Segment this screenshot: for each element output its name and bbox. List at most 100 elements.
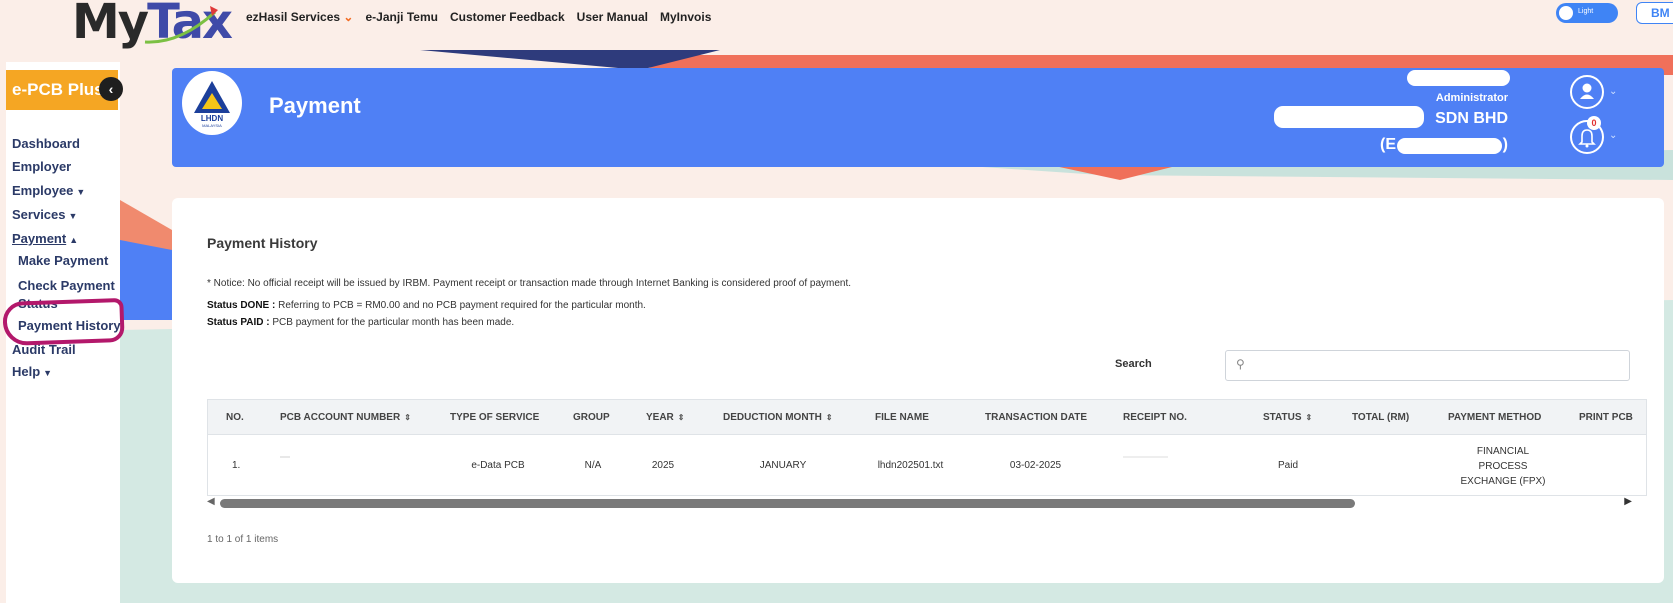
- scroll-left-arrow-icon[interactable]: ◀: [207, 496, 215, 507]
- section-title: Payment History: [207, 235, 318, 251]
- column-header-deduction-month[interactable]: DEDUCTION MONTH ⇕: [723, 412, 833, 423]
- chevron-down-icon[interactable]: ⌄: [1609, 86, 1617, 97]
- caret-down-icon: ▼: [68, 211, 78, 221]
- language-button[interactable]: BM: [1636, 2, 1673, 24]
- toggle-knob: [1559, 6, 1573, 20]
- payment-history-table: NO. PCB ACCOUNT NUMBER ⇕ TYPE OF SERVICE …: [207, 399, 1647, 496]
- user-menu-button[interactable]: [1570, 75, 1604, 109]
- redacted-company-id: [1397, 138, 1502, 154]
- search-label: Search: [1115, 358, 1152, 370]
- logo-subtext: MALAYSIA: [202, 123, 222, 128]
- status-paid-text: PCB payment for the particular month has…: [272, 317, 515, 328]
- column-header-transaction-date[interactable]: TRANSACTION DATE: [985, 412, 1087, 423]
- cell-file-name: lhdn202501.txt: [877, 460, 944, 471]
- horizontal-scrollbar[interactable]: ◀ ▶: [207, 496, 1632, 510]
- sidebar-item-label: Help: [12, 364, 41, 379]
- column-header-type-of-service[interactable]: TYPE OF SERVICE: [450, 412, 539, 423]
- sort-icon: ⇕: [677, 413, 685, 422]
- column-header-file-name[interactable]: FILE NAME: [875, 412, 929, 423]
- lhdn-logo: LHDN MALAYSIA: [182, 71, 242, 135]
- table-row[interactable]: 1. e-Data PCB N/A 2025 JANUARY lhdn20250…: [208, 436, 1646, 495]
- notification-count-badge: 0: [1587, 116, 1601, 130]
- column-header-receipt-no[interactable]: RECEIPT NO.: [1123, 412, 1187, 423]
- column-header-year[interactable]: YEAR ⇕: [646, 412, 685, 423]
- column-header-payment-method[interactable]: PAYMENT METHOD: [1448, 412, 1541, 423]
- nav-customer-feedback[interactable]: Customer Feedback: [450, 10, 565, 24]
- column-header-no[interactable]: NO.: [226, 412, 244, 423]
- cell-payment-method: FINANCIAL PROCESS EXCHANGE (FPX): [1428, 444, 1578, 489]
- sort-icon: ⇕: [825, 413, 833, 422]
- logo-triangle-inner: [202, 93, 222, 109]
- redacted-username: [1407, 70, 1510, 86]
- sidebar-item-payment[interactable]: Payment ▲: [12, 231, 78, 246]
- payment-method-line: EXCHANGE (FPX): [1460, 476, 1546, 487]
- cell-pcb-account-redacted: [280, 456, 290, 458]
- payment-history-card: Payment History * Notice: No official re…: [172, 198, 1664, 583]
- user-icon: [1580, 83, 1594, 99]
- cell-group: N/A: [584, 460, 602, 471]
- status-done-label: Status DONE :: [207, 300, 276, 311]
- column-header-label: YEAR: [646, 412, 674, 423]
- cell-status: Paid: [1277, 460, 1298, 471]
- status-done-text: Referring to PCB = RM0.00 and no PCB pay…: [278, 300, 646, 311]
- column-header-label: PCB ACCOUNT NUMBER: [280, 412, 401, 423]
- theme-toggle[interactable]: Light: [1556, 3, 1618, 23]
- sidebar-item-label: Payment: [12, 231, 67, 246]
- company-id-suffix: ): [1502, 136, 1508, 153]
- user-role: Administrator: [1435, 92, 1508, 104]
- cell-type-of-service: e-Data PCB: [471, 460, 525, 471]
- cell-transaction-date: 03-02-2025: [1009, 460, 1062, 471]
- redacted-company-prefix: [1274, 106, 1424, 128]
- sort-icon: ⇕: [404, 413, 411, 422]
- sidebar-item-employee[interactable]: Employee ▼: [12, 183, 85, 198]
- search-box[interactable]: ⚲: [1225, 350, 1630, 381]
- search-input[interactable]: [1254, 356, 1624, 376]
- column-header-label: STATUS: [1263, 412, 1302, 423]
- annotation-highlight-ring: [2, 297, 125, 347]
- column-header-print-pcb[interactable]: PRINT PCB: [1579, 412, 1633, 423]
- status-paid-note: Status PAID : PCB payment for the partic…: [207, 317, 514, 328]
- company-id-prefix: (E: [1379, 136, 1396, 153]
- chevron-left-icon[interactable]: ‹: [99, 77, 123, 101]
- logo-text: LHDN: [200, 114, 224, 123]
- status-paid-label: Status PAID :: [207, 317, 270, 328]
- column-header-pcb-account-number[interactable]: PCB ACCOUNT NUMBER ⇕: [280, 412, 411, 423]
- chevron-down-icon: ⌄: [343, 10, 354, 24]
- company-name: SDN BHD: [1435, 110, 1508, 127]
- pager-info: 1 to 1 of 1 items: [207, 534, 279, 545]
- scroll-right-arrow-icon[interactable]: ▶: [1624, 496, 1632, 507]
- column-header-status[interactable]: STATUS ⇕: [1263, 412, 1312, 423]
- notice-text: * Notice: No official receipt will be is…: [207, 278, 852, 289]
- search-icon: ⚲: [1236, 357, 1245, 371]
- nav-myinvois[interactable]: MyInvois: [660, 10, 711, 24]
- cell-no: 1.: [232, 460, 241, 471]
- nav-user-manual[interactable]: User Manual: [577, 10, 648, 24]
- column-header-total[interactable]: TOTAL (RM): [1352, 412, 1409, 423]
- cell-deduction-month: JANUARY: [759, 460, 807, 471]
- status-done-note: Status DONE : Referring to PCB = RM0.00 …: [207, 300, 646, 311]
- sidebar-item-dashboard[interactable]: Dashboard: [12, 136, 80, 151]
- payment-method-line: PROCESS: [1478, 461, 1528, 472]
- nav-ezhasil-services[interactable]: ezHasil Services ⌄: [246, 10, 353, 24]
- sidebar-item-help[interactable]: Help ▼: [12, 364, 52, 379]
- sort-icon: ⇕: [1305, 413, 1313, 422]
- column-header-label: DEDUCTION MONTH: [723, 412, 822, 423]
- top-bar: MyTax ezHasil Services ⌄ e-Janji Temu Cu…: [0, 0, 1673, 50]
- sidebar-item-make-payment[interactable]: Make Payment: [18, 253, 108, 268]
- scrollbar-thumb[interactable]: [220, 499, 1355, 508]
- table-header: NO. PCB ACCOUNT NUMBER ⇕ TYPE OF SERVICE …: [208, 400, 1646, 435]
- logo-swoosh-icon: [144, 6, 218, 44]
- sidebar-item-employer[interactable]: Employer: [12, 159, 71, 174]
- cell-receipt-redacted: [1123, 456, 1168, 458]
- nav-ezhasil-label: ezHasil Services: [246, 10, 341, 24]
- sidebar-item-label: Services: [12, 207, 66, 222]
- top-navigation: ezHasil Services ⌄ e-Janji Temu Customer…: [246, 10, 711, 24]
- column-header-group[interactable]: GROUP: [573, 412, 610, 423]
- chevron-down-icon[interactable]: ⌄: [1609, 130, 1617, 141]
- page-title: Payment: [269, 93, 361, 118]
- nav-e-janji-temu[interactable]: e-Janji Temu: [365, 10, 437, 24]
- theme-toggle-label: Light: [1578, 8, 1594, 15]
- caret-down-icon: ▼: [43, 368, 53, 378]
- cell-year: 2025: [651, 460, 675, 471]
- sidebar-item-services[interactable]: Services ▼: [12, 207, 77, 222]
